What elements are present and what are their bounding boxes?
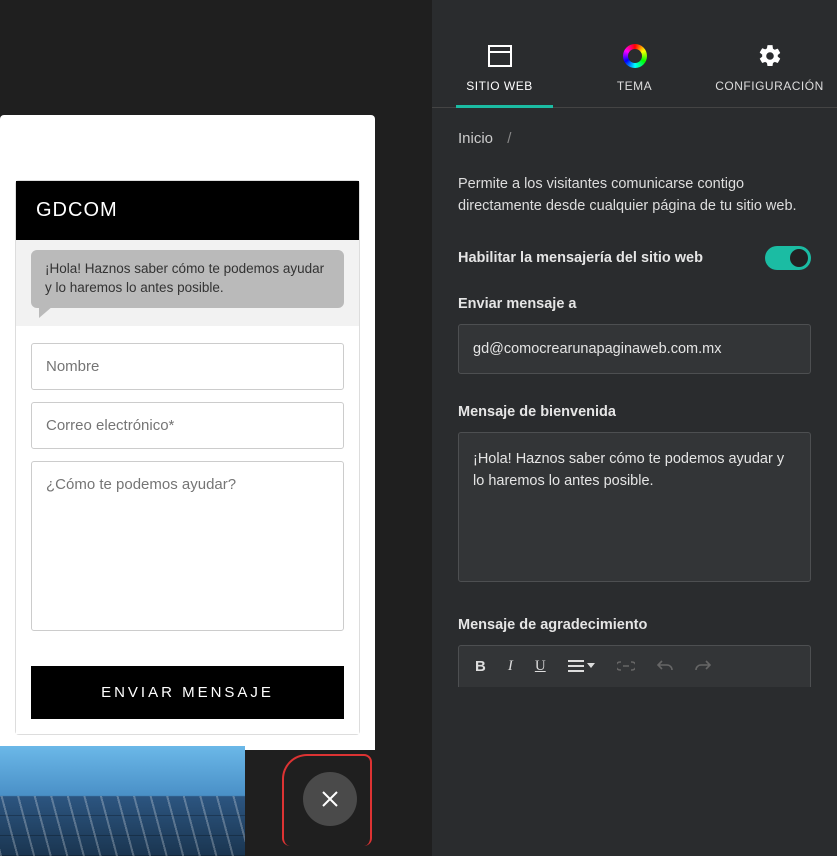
chat-form: ENVIAR MENSAJE <box>16 326 359 734</box>
gear-icon <box>757 43 783 69</box>
website-preview: GDCOM ¡Hola! Haznos saber cómo te podemo… <box>0 0 432 856</box>
breadcrumb-home[interactable]: Inicio <box>458 130 493 147</box>
send-message-button[interactable]: ENVIAR MENSAJE <box>31 666 344 719</box>
website-icon <box>487 43 513 69</box>
welcome-bubble-area: ¡Hola! Haznos saber cómo te podemos ayud… <box>16 240 359 326</box>
panel-body: Inicio / Permite a los visitantes comuni… <box>432 108 837 856</box>
redo-icon <box>695 659 711 673</box>
enable-messaging-row: Habilitar la mensajería del sitio web <box>458 246 811 270</box>
thanks-message-label: Mensaje de agradecimiento <box>458 617 811 633</box>
welcome-bubble-text: ¡Hola! Haznos saber cómo te podemos ayud… <box>31 250 344 308</box>
active-tab-indicator <box>456 105 553 108</box>
rich-text-toolbar: B I U <box>458 645 811 687</box>
tab-config[interactable]: CONFIGURACIÓN <box>702 43 837 107</box>
tab-config-label: CONFIGURACIÓN <box>715 79 824 93</box>
background-image <box>0 746 245 856</box>
panel-tabs: SITIO WEB TEMA CONFIGURACIÓN <box>432 0 837 108</box>
rte-link-button[interactable] <box>617 661 635 671</box>
enable-messaging-label: Habilitar la mensajería del sitio web <box>458 250 703 266</box>
email-input[interactable] <box>31 402 344 449</box>
undo-icon <box>657 659 673 673</box>
rte-redo-button[interactable] <box>695 659 711 673</box>
welcome-message-block: Mensaje de bienvenida <box>458 404 811 587</box>
chat-header-title: GDCOM <box>16 181 359 240</box>
tab-theme[interactable]: TEMA <box>567 43 702 107</box>
welcome-message-textarea[interactable] <box>458 432 811 582</box>
link-icon <box>617 661 635 671</box>
chat-widget: GDCOM ¡Hola! Haznos saber cómo te podemo… <box>15 180 360 735</box>
chat-close-button[interactable] <box>303 772 357 826</box>
send-to-label: Enviar mensaje a <box>458 296 811 312</box>
tab-website[interactable]: SITIO WEB <box>432 43 567 107</box>
send-to-block: Enviar mensaje a <box>458 296 811 374</box>
list-icon <box>568 660 584 672</box>
preview-card: GDCOM ¡Hola! Haznos saber cómo te podemo… <box>0 115 375 750</box>
send-to-input[interactable] <box>458 324 811 374</box>
rte-italic-button[interactable]: I <box>508 658 513 675</box>
rte-list-button[interactable] <box>568 660 595 672</box>
enable-messaging-toggle[interactable] <box>765 246 811 270</box>
rte-undo-button[interactable] <box>657 659 673 673</box>
thanks-message-block: Mensaje de agradecimiento B I U <box>458 617 811 687</box>
panel-description: Permite a los visitantes comunicarse con… <box>458 173 811 218</box>
tab-theme-label: TEMA <box>617 79 652 93</box>
rte-underline-button[interactable]: U <box>535 658 546 675</box>
tab-website-label: SITIO WEB <box>466 79 533 93</box>
settings-panel: SITIO WEB TEMA CONFIGURACIÓN Inicio / Pe… <box>432 0 837 856</box>
help-textarea[interactable] <box>31 461 344 631</box>
close-icon <box>321 790 339 808</box>
name-input[interactable] <box>31 343 344 390</box>
breadcrumb-separator: / <box>507 130 511 147</box>
chevron-down-icon <box>587 663 595 669</box>
rte-bold-button[interactable]: B <box>475 658 486 675</box>
welcome-message-label: Mensaje de bienvenida <box>458 404 811 420</box>
theme-icon <box>622 43 648 69</box>
breadcrumb[interactable]: Inicio / <box>458 130 811 147</box>
